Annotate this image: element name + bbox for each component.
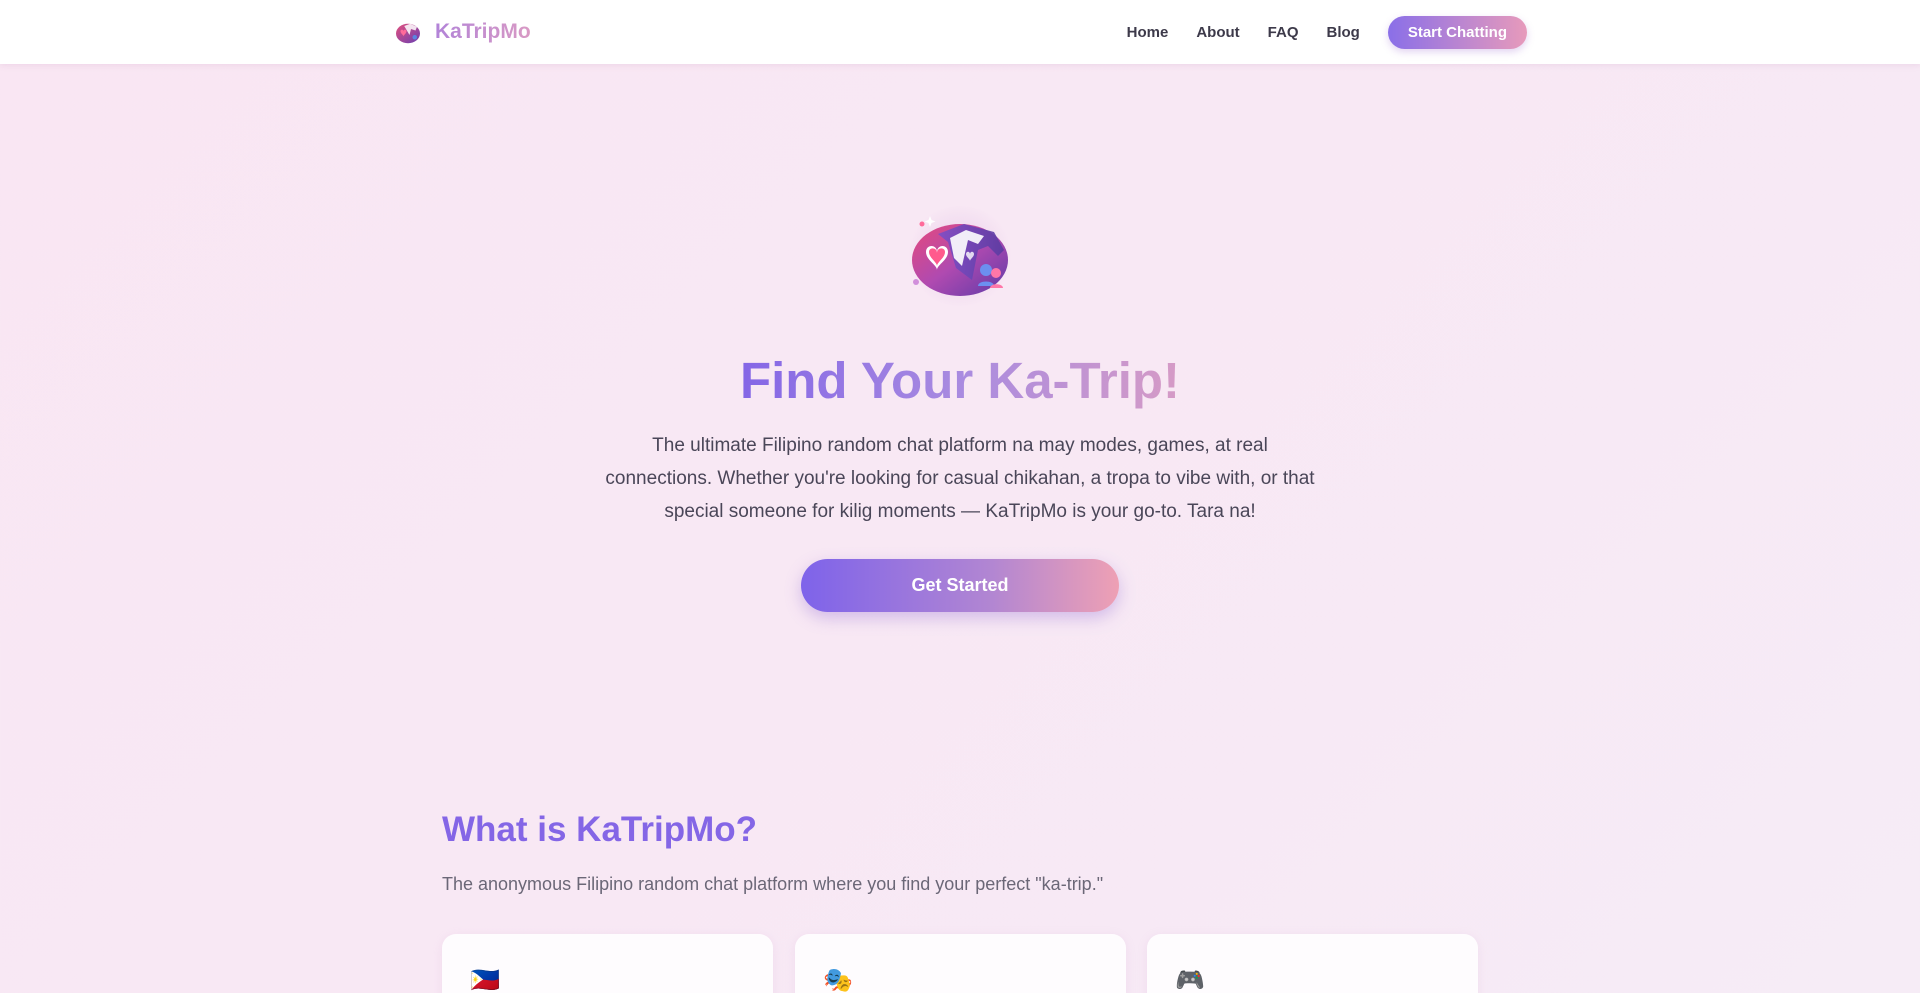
katripmo-logo-icon bbox=[396, 23, 420, 44]
hero-title: Find Your Ka-Trip! bbox=[739, 352, 1181, 409]
top-navbar: KaTripMo Home About FAQ Blog Start Chatt… bbox=[0, 0, 1920, 64]
masks-icon: 🎭 bbox=[823, 966, 853, 993]
hero-description: The ultimate Filipino random chat platfo… bbox=[605, 435, 1315, 522]
main-nav: Home About FAQ Blog Start Chatting bbox=[1127, 16, 1527, 49]
feature-card: 🎭 bbox=[795, 934, 1126, 993]
brand-name: KaTripMo bbox=[435, 20, 531, 43]
start-chatting-button[interactable]: Start Chatting bbox=[1387, 16, 1527, 49]
feature-card: 🇵🇭 bbox=[442, 934, 773, 993]
nav-home[interactable]: Home bbox=[1127, 24, 1169, 41]
philippine-flag-icon: 🇵🇭 bbox=[470, 966, 500, 993]
feature-card: 🎮 bbox=[1147, 934, 1478, 993]
game-controller-icon: 🎮 bbox=[1175, 966, 1205, 993]
section-subtitle: The anonymous Filipino random chat platf… bbox=[442, 874, 1104, 894]
hero-logo bbox=[890, 196, 1030, 316]
katripmo-hero-logo-icon bbox=[912, 216, 1008, 296]
brand-link[interactable]: KaTripMo bbox=[393, 18, 531, 46]
nav-about[interactable]: About bbox=[1196, 24, 1239, 41]
nav-blog[interactable]: Blog bbox=[1327, 24, 1360, 41]
get-started-button[interactable]: Get Started bbox=[801, 559, 1119, 612]
nav-faq[interactable]: FAQ bbox=[1268, 24, 1299, 41]
section-title: What is KaTripMo? bbox=[442, 810, 757, 849]
